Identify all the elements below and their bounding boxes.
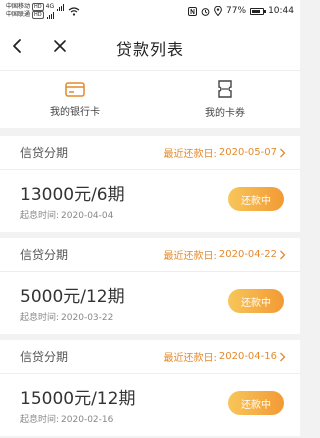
due-date-label: 最近还款日: [163, 353, 217, 364]
loan-card[interactable]: 信贷分期 最近还款日: 2020-04-22 5000元/12期 起息时间: 202… [0, 238, 300, 334]
carrier-row-2: 中国联通 HD [6, 11, 64, 19]
due-date-link[interactable]: 最近还款日: 2020-04-22 [164, 247, 287, 262]
chevron-right-icon [280, 148, 286, 157]
loan-card[interactable]: 信贷分期 最近还款日: 2020-04-16 15000元/12期 起息时间: 20… [0, 340, 300, 436]
due-date-label: 最近还款日: [163, 149, 217, 160]
loan-card-header: 信贷分期 最近还款日: 2020-04-16 [0, 340, 300, 374]
start-date-label: 起息时间: [20, 415, 60, 425]
nav-bar: 贷款列表 [0, 22, 300, 70]
repaying-status-button[interactable]: 还款中 [228, 391, 284, 415]
my-bank-cards-label: 我的银行卡 [50, 106, 100, 118]
carrier-name-2: 中国联通 [6, 11, 31, 18]
clock: 10:44 [268, 6, 294, 16]
my-coupons-entry[interactable]: 我的卡券 [150, 71, 300, 128]
start-date: 2020-04-04 [61, 211, 114, 221]
loan-type: 信贷分期 [20, 146, 69, 160]
alarm-icon [201, 7, 210, 16]
repaying-status-button[interactable]: 还款中 [228, 187, 284, 211]
signal-icon [57, 3, 65, 11]
loan-card-body: 13000元/6期 起息时间: 2020-04-04 还款中 [0, 170, 300, 232]
due-date-link[interactable]: 最近还款日: 2020-04-16 [164, 349, 287, 364]
location-icon [214, 6, 222, 16]
hd-badge-2: HD [32, 11, 44, 19]
wifi-icon [68, 6, 80, 16]
page-title: 贷款列表 [115, 40, 184, 59]
loan-amount: 5000元/12期 [20, 287, 125, 307]
loan-card-header: 信贷分期 最近还款日: 2020-05-07 [0, 136, 300, 170]
loan-amount: 15000元/12期 [20, 389, 136, 409]
signal-icon-2 [46, 11, 54, 19]
battery-percent: 77% [226, 6, 247, 16]
due-date: 2020-04-16 [218, 351, 277, 362]
carrier-name-1: 中国移动 [6, 3, 31, 10]
carrier-row-1: 中国移动 HD 4G [6, 3, 65, 11]
loan-amount: 13000元/6期 [20, 185, 125, 205]
status-left: 中国移动 HD 4G 中国联通 HD [6, 3, 80, 19]
loan-card[interactable]: 信贷分期 最近还款日: 2020-05-07 13000元/6期 起息时间: 202… [0, 136, 300, 232]
start-date-label: 起息时间: [20, 211, 60, 221]
start-date: 2020-03-22 [61, 313, 114, 323]
due-date-link[interactable]: 最近还款日: 2020-05-07 [164, 145, 287, 160]
loan-card-body: 15000元/12期 起息时间: 2020-02-16 还款中 [0, 374, 300, 436]
chevron-right-icon [280, 352, 286, 361]
loan-type: 信贷分期 [20, 248, 69, 262]
due-date: 2020-05-07 [218, 147, 277, 158]
due-date: 2020-04-22 [218, 249, 277, 260]
loan-type: 信贷分期 [20, 350, 69, 364]
loan-card-body: 5000元/12期 起息时间: 2020-03-22 还款中 [0, 272, 300, 334]
start-date-row: 起息时间: 2020-04-04 [20, 208, 113, 221]
my-bank-cards-entry[interactable]: 我的银行卡 [0, 71, 150, 128]
start-date-row: 起息时间: 2020-03-22 [20, 310, 113, 323]
hd-badge: HD [32, 3, 44, 11]
bank-card-icon [65, 81, 85, 97]
coupon-icon [218, 80, 232, 98]
start-date: 2020-02-16 [61, 415, 114, 425]
start-date-row: 起息时间: 2020-02-16 [20, 412, 113, 425]
chevron-right-icon [280, 250, 286, 259]
carrier-info: 中国移动 HD 4G 中国联通 HD [6, 3, 65, 19]
network-type: 4G [45, 3, 55, 10]
status-right: 77% 10:44 [188, 6, 294, 16]
status-bar: 中国移动 HD 4G 中国联通 HD 77% 10:44 [0, 0, 300, 22]
due-date-label: 最近还款日: [163, 251, 217, 262]
start-date-label: 起息时间: [20, 313, 60, 323]
my-coupons-label: 我的卡券 [205, 108, 245, 119]
battery-fill [252, 9, 260, 13]
quick-entries: 我的银行卡 我的卡券 [0, 70, 300, 128]
battery-icon [250, 7, 267, 15]
nfc-icon [188, 6, 198, 16]
loan-card-header: 信贷分期 最近还款日: 2020-04-22 [0, 238, 300, 272]
repaying-status-button[interactable]: 还款中 [228, 289, 284, 313]
